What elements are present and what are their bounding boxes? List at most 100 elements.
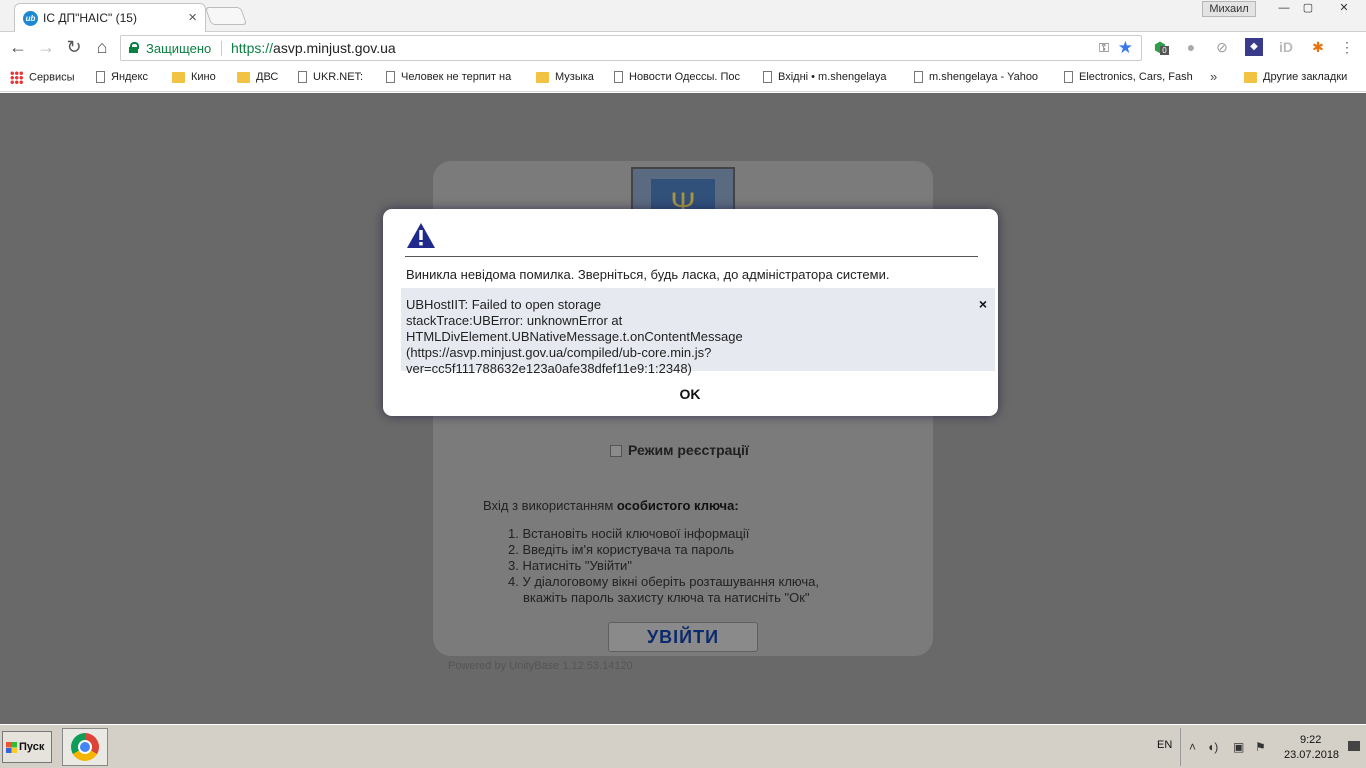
address-bar[interactable]: Защищено https://asvp.minjust.gov.ua ⚿ ★ — [120, 35, 1142, 61]
browser-titlebar: ub ІС ДП"НАІС" (15) × Михаил — ▢ ✕ — [0, 0, 1366, 32]
url-host: asvp.minjust.gov.ua — [273, 40, 396, 56]
start-label: Пуск — [19, 741, 45, 753]
show-desktop-icon[interactable] — [1348, 741, 1360, 751]
profile-button[interactable]: Михаил — [1202, 1, 1256, 17]
bookmark-label: ДВС — [256, 71, 279, 83]
instructions-list: 1. Встановіть носій ключової інформації … — [508, 526, 819, 606]
bookmark-label: Яндекс — [111, 71, 148, 83]
extension-dark-icon[interactable]: ◆ — [1245, 38, 1263, 56]
address-separator — [221, 41, 222, 56]
bookmark-label: Вхідні • m.shengelaya — [778, 71, 887, 83]
start-button[interactable]: Пуск — [2, 731, 52, 763]
bookmark-novosti[interactable]: Новости Одессы. Пос — [614, 71, 750, 87]
error-line: (https://asvp.minjust.gov.ua/compiled/ub… — [406, 345, 712, 360]
bookmark-label: Музыка — [555, 71, 594, 83]
instructions-bold: особистого ключа: — [616, 498, 739, 513]
reload-icon[interactable]: ↻ — [62, 36, 86, 60]
bookmark-label: Electronics, Cars, Fash — [1079, 71, 1193, 83]
error-line: UBHostIIT: Failed to open storage — [406, 297, 602, 312]
bookmark-electronics[interactable]: Electronics, Cars, Fash — [1064, 71, 1198, 87]
extension-key-icon[interactable]: ✱ — [1309, 38, 1327, 56]
extension-badge: 0 — [1160, 46, 1169, 55]
bookmark-yandex[interactable]: Яндекс — [96, 71, 166, 87]
chrome-menu-icon[interactable]: ⋮ — [1338, 38, 1356, 56]
bookmark-label: Сервисы — [29, 71, 75, 84]
page-icon — [763, 71, 772, 84]
error-dialog: Виникла невідома помилка. Зверніться, бу… — [383, 209, 998, 416]
extension-green-icon[interactable]: ⬢0 — [1151, 38, 1169, 56]
action-center-flag-icon[interactable]: ⚑ — [1255, 740, 1266, 754]
error-details: UBHostIIT: Failed to open storage stackT… — [401, 288, 995, 376]
folder-icon — [1244, 71, 1257, 83]
bookmark-chelovek[interactable]: Человек не терпит на — [386, 71, 522, 87]
url-scheme: https:// — [231, 40, 274, 56]
error-message: Виникла невідома помилка. Зверніться, бу… — [406, 267, 890, 282]
powered-by-text: Powered by UnityBase 1.12.53.14120 — [448, 660, 633, 672]
checkbox-box[interactable] — [610, 445, 622, 458]
back-arrow-icon[interactable]: ← — [6, 36, 30, 60]
close-icon[interactable]: × — [979, 296, 987, 312]
ub-favicon-icon: ub — [23, 11, 38, 26]
extension-ub-icon[interactable]: ⊘ — [1213, 38, 1231, 56]
page-icon — [386, 71, 395, 84]
clock-time[interactable]: 9:22 — [1300, 734, 1321, 746]
registration-mode-label: Режим реєстрації — [628, 442, 749, 458]
apps-icon — [10, 71, 23, 84]
bookmark-vhidni[interactable]: Вхідні • m.shengelaya — [763, 71, 899, 87]
error-details-text: UBHostIIT: Failed to open storage stackT… — [406, 297, 961, 377]
bookmark-apps[interactable]: Сервисы — [10, 71, 90, 87]
page-icon — [1064, 71, 1073, 84]
language-indicator[interactable]: EN — [1157, 739, 1172, 751]
network-icon[interactable]: ▣ — [1233, 740, 1244, 754]
tab-close-icon[interactable]: × — [188, 9, 197, 26]
page-icon — [914, 71, 923, 84]
error-line: stackTrace:UBError: unknownError at HTML… — [406, 313, 743, 344]
volume-icon[interactable]: ◖) — [1207, 740, 1218, 754]
instruction-step: 1. Встановіть носій ключової інформації — [508, 526, 750, 541]
instructions-prefix: Вхід з використанням — [483, 498, 617, 513]
key-icon[interactable]: ⚿ — [1099, 40, 1109, 56]
browser-toolbar: ← → ↻ ⌂ Защищено https://asvp.minjust.go… — [0, 32, 1366, 64]
bookmark-kino[interactable]: Кино — [172, 71, 230, 87]
window-maximize-button[interactable]: ▢ — [1296, 1, 1320, 17]
bookmark-ukrnet[interactable]: UKR.NET: — [298, 71, 378, 87]
browser-tab[interactable]: ub ІС ДП"НАІС" (15) × — [14, 3, 206, 32]
extension-id-icon[interactable]: iD — [1277, 38, 1295, 56]
window-close-button[interactable]: ✕ — [1324, 1, 1364, 17]
tab-title: ІС ДП"НАІС" (15) — [43, 11, 137, 25]
registration-mode-checkbox[interactable]: Режим реєстрації — [610, 442, 749, 458]
warning-triangle-svg — [407, 223, 435, 248]
bookmarks-more-button[interactable]: » — [1210, 69, 1217, 84]
bookmark-label: Новости Одессы. Пос — [629, 71, 741, 83]
bookmark-label: UKR.NET: — [313, 71, 364, 83]
login-button[interactable]: УВІЙТИ — [608, 622, 758, 652]
forward-arrow-icon[interactable]: → — [34, 36, 58, 60]
url-text[interactable]: https://asvp.minjust.gov.ua — [231, 40, 396, 56]
home-icon[interactable]: ⌂ — [90, 36, 114, 60]
bookmark-dvs[interactable]: ДВС — [237, 71, 289, 87]
tray-expand-icon[interactable]: ˄ — [1189, 740, 1196, 754]
clock-date[interactable]: 23.07.2018 — [1284, 749, 1339, 761]
bookmark-muzyka[interactable]: Музыка — [536, 71, 606, 87]
extension-bulb-icon[interactable]: ● — [1182, 38, 1200, 56]
folder-icon — [172, 71, 185, 83]
new-tab-button[interactable] — [204, 7, 248, 25]
bookmark-other[interactable]: Другие закладки — [1244, 71, 1360, 87]
page-icon — [614, 71, 623, 84]
bookmark-star-icon[interactable]: ★ — [1118, 38, 1133, 58]
bookmark-yahoo[interactable]: m.shengelaya - Yahoo — [914, 71, 1050, 87]
window-minimize-button[interactable]: — — [1272, 1, 1296, 17]
instruction-step: 2. Введіть ім'я користувача та пароль — [508, 542, 735, 557]
page-icon — [298, 71, 307, 84]
windows-flag-icon — [6, 742, 17, 753]
bookmark-label: Другие закладки — [1263, 71, 1348, 83]
instructions-title: Вхід з використанням особистого ключа: — [483, 498, 739, 513]
ok-button[interactable]: OK — [660, 386, 720, 408]
warning-icon — [406, 222, 436, 249]
taskbar-chrome-button[interactable] — [62, 728, 108, 766]
error-line: ver=cc5f111788632e123a0afe38dfef11e9:1:2… — [406, 361, 692, 376]
chrome-icon — [71, 733, 99, 761]
page-icon — [96, 71, 105, 84]
lock-icon — [129, 42, 139, 53]
bookmarks-bar: Сервисы Яндекс Кино ДВС UKR.NET: Человек… — [0, 64, 1366, 92]
